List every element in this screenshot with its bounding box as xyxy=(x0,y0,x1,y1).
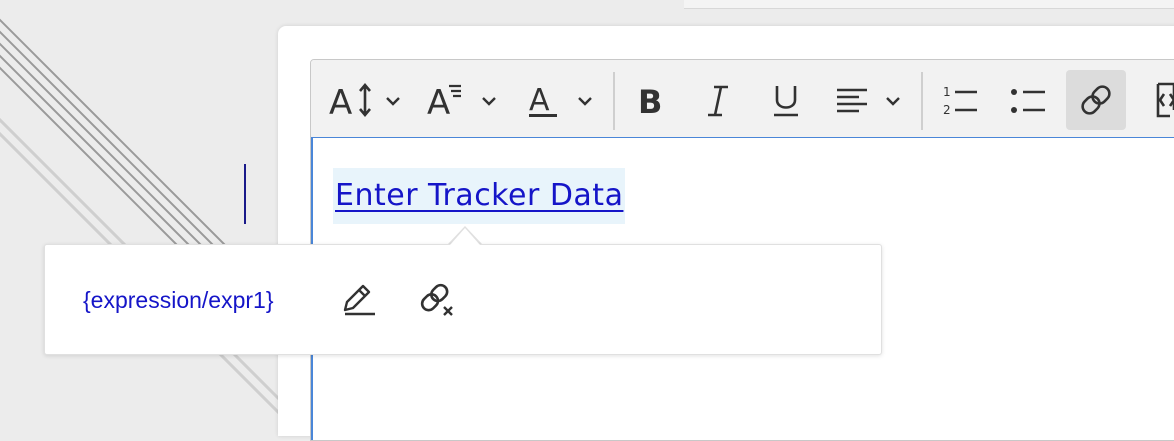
numbered-list-icon: 1 2 xyxy=(943,85,977,117)
svg-text:A: A xyxy=(329,83,352,120)
editor-toolbar: A A A B 1 2 xyxy=(311,60,1174,138)
bold-icon: B xyxy=(638,83,662,120)
toolbar-separator xyxy=(921,72,923,130)
font-size-icon: A xyxy=(329,82,400,120)
unlink-icon xyxy=(420,283,453,316)
numbered-list-button[interactable]: 1 2 xyxy=(933,70,985,130)
svg-text:B: B xyxy=(638,83,662,120)
remove-link-button[interactable] xyxy=(413,275,461,325)
align-icon xyxy=(837,88,900,113)
link-popover: {expression/expr1} xyxy=(44,244,882,355)
background-window-edge xyxy=(684,0,1174,9)
line-height-button[interactable]: A xyxy=(423,70,507,130)
hyperlink-text[interactable]: Enter Tracker Data xyxy=(333,168,626,224)
background-decoration xyxy=(0,18,302,428)
link-icon xyxy=(1081,85,1111,115)
link-button[interactable] xyxy=(1066,70,1126,130)
font-color-button[interactable]: A xyxy=(523,70,607,130)
svg-text:2: 2 xyxy=(943,103,951,117)
bold-button[interactable]: B xyxy=(625,70,675,130)
svg-text:A: A xyxy=(529,83,550,118)
link-url[interactable]: {expression/expr1} xyxy=(83,283,274,317)
underline-icon xyxy=(774,86,798,117)
line-height-icon: A xyxy=(427,83,496,120)
text-cursor xyxy=(244,164,246,224)
bullet-list-icon xyxy=(1011,89,1045,113)
italic-icon xyxy=(708,85,728,117)
popover-arrow-fill xyxy=(450,228,480,245)
pencil-icon xyxy=(343,284,375,316)
toolbar-separator xyxy=(613,72,615,130)
svg-text:A: A xyxy=(427,83,450,120)
font-color-icon: A xyxy=(529,83,592,118)
source-code-icon xyxy=(1156,82,1174,118)
source-code-button[interactable] xyxy=(1139,70,1174,130)
edit-link-button[interactable] xyxy=(335,275,383,325)
italic-button[interactable] xyxy=(693,70,743,130)
align-button[interactable] xyxy=(829,70,913,130)
font-size-button[interactable]: A xyxy=(325,70,409,130)
bullet-list-button[interactable] xyxy=(1001,70,1053,130)
svg-text:1: 1 xyxy=(943,85,951,99)
underline-button[interactable] xyxy=(761,70,811,130)
